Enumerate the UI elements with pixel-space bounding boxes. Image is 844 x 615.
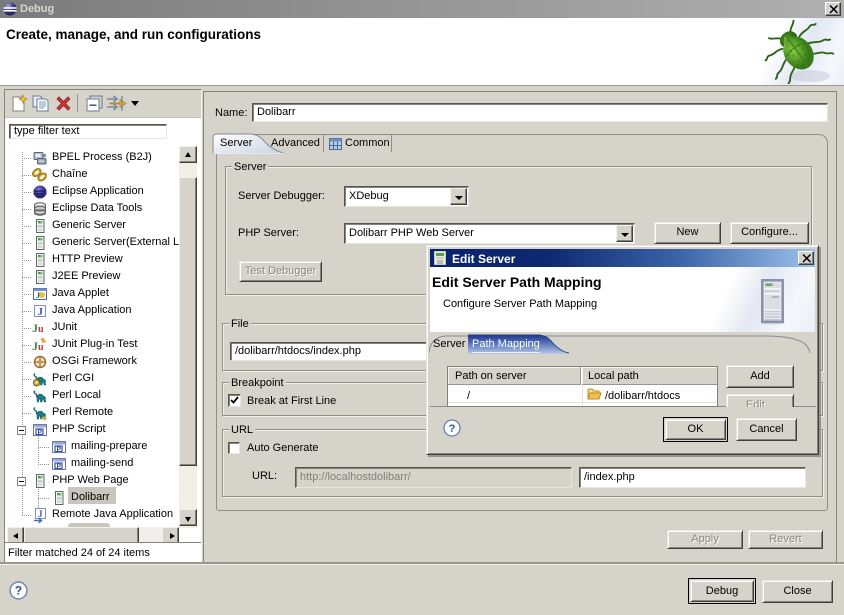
svg-text:J: J: [36, 291, 40, 300]
svg-text:u: u: [38, 324, 44, 335]
svg-text:P: P: [57, 446, 62, 453]
svg-text:?: ?: [15, 584, 22, 598]
svg-text:P: P: [38, 429, 43, 436]
svg-text:?: ?: [449, 423, 456, 435]
svg-text:P: P: [57, 463, 62, 470]
svg-text:u: u: [38, 342, 44, 353]
svg-text:J: J: [38, 509, 43, 519]
svg-text:J: J: [38, 306, 44, 318]
